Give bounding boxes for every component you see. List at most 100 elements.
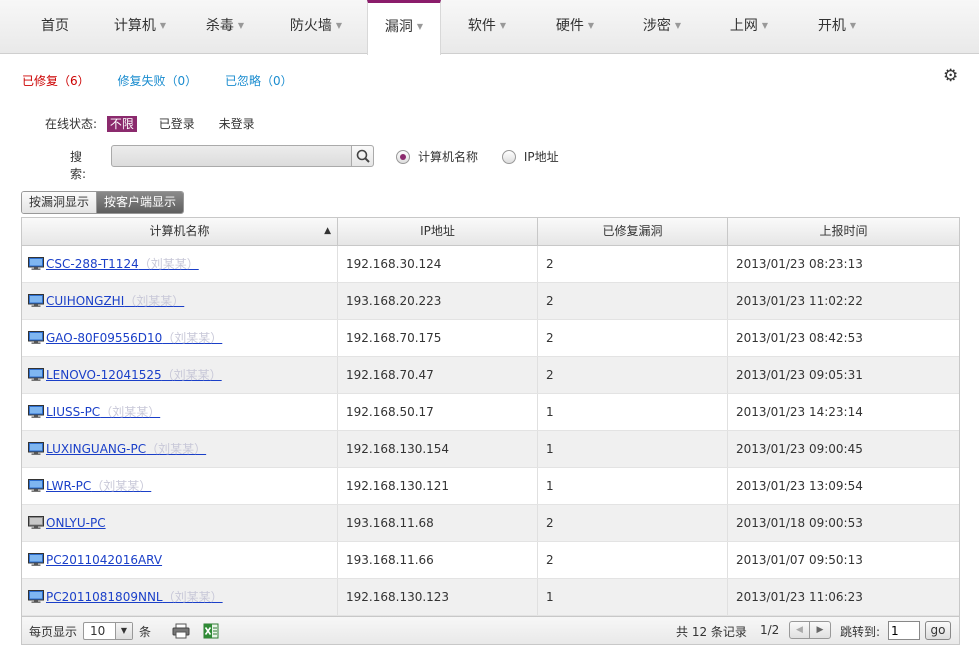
nav-label: 开机 bbox=[817, 18, 846, 34]
table-row[interactable]: ONLYU-PC 193.168.11.68 2 2013/01/18 09:00:5… bbox=[22, 505, 959, 542]
computer-name-link[interactable]: GAO-80F09556D10（刘某某） bbox=[46, 331, 222, 345]
col-header-label: 计算机名称 bbox=[149, 224, 210, 238]
table-row[interactable]: LIUSS-PC（刘某某） 192.168.50.17 1 2013/01/23 14… bbox=[22, 394, 959, 431]
cell-ip: 192.168.130.121 bbox=[338, 468, 538, 504]
table-row[interactable]: GAO-80F09556D10（刘某某） 192.168.70.175 2 2013/… bbox=[22, 320, 959, 357]
nav-home[interactable]: 首页 bbox=[20, 0, 90, 54]
radio-ip-address-label: IP地址 bbox=[523, 150, 559, 164]
excel-icon[interactable] bbox=[203, 623, 219, 639]
jump-page-input[interactable] bbox=[888, 621, 920, 640]
computer-name-link[interactable]: LIUSS-PC（刘某某） bbox=[46, 405, 160, 419]
computer-name-link[interactable]: LENOVO-12041525（刘某某） bbox=[46, 368, 222, 382]
magnifier-icon bbox=[356, 149, 370, 163]
col-header-report-time[interactable]: 上报时间 bbox=[728, 218, 959, 245]
computer-name-link[interactable]: CUIHONGZHI（刘某某） bbox=[46, 294, 184, 308]
sort-asc-icon: ▲ bbox=[324, 226, 331, 236]
cell-fixed-count: 1 bbox=[538, 468, 728, 504]
table-row[interactable]: LUXINGUANG-PC（刘某某） 192.168.130.154 1 2013/0… bbox=[22, 431, 959, 468]
monitor-blue-icon bbox=[28, 331, 44, 344]
col-header-fixed-vulns[interactable]: 已修复漏洞 bbox=[538, 218, 728, 245]
online-option-any[interactable]: 不限 bbox=[106, 116, 137, 132]
table-header: 计算机名称 ▲ IP地址 已修复漏洞 上报时间 bbox=[22, 218, 959, 246]
col-header-computer-name[interactable]: 计算机名称 ▲ bbox=[22, 218, 338, 245]
nav-software[interactable]: 软件 ▼ bbox=[452, 0, 522, 54]
nav-computer[interactable]: 计算机 ▼ bbox=[100, 0, 180, 54]
per-page-select[interactable]: 10 ▼ bbox=[83, 622, 133, 640]
user-name-text: （刘某某） bbox=[162, 590, 223, 604]
table-row[interactable]: LENOVO-12041525（刘某某） 192.168.70.47 2 2013/0… bbox=[22, 357, 959, 394]
caret-down-icon: ▼ bbox=[335, 21, 343, 30]
nav-antivirus[interactable]: 杀毒 ▼ bbox=[190, 0, 260, 54]
search-button[interactable] bbox=[351, 146, 373, 166]
computer-name-text: LUXINGUANG-PC bbox=[46, 442, 147, 456]
computer-name-link[interactable]: LWR-PC（刘某某） bbox=[46, 479, 151, 493]
cell-report-time: 2013/01/23 09:05:31 bbox=[736, 368, 863, 382]
computer-name-link[interactable]: CSC-288-T1124（刘某某） bbox=[46, 257, 199, 271]
table-row[interactable]: CSC-288-T1124（刘某某） 192.168.30.124 2 2013/01… bbox=[22, 246, 959, 283]
per-page-label: 每页显示 bbox=[29, 625, 78, 639]
table-row[interactable]: CUIHONGZHI（刘某某） 193.168.20.223 2 2013/01/23… bbox=[22, 283, 959, 320]
status-tabs: 已修复（6） 修复失败（0） 已忽略（0） bbox=[22, 72, 317, 89]
computer-name-link[interactable]: PC2011081809NNL（刘某某） bbox=[46, 590, 223, 604]
total-records: 共 12 条记录 bbox=[676, 625, 747, 639]
status-tab-ignored[interactable]: 已忽略（0） bbox=[225, 74, 293, 88]
radio-ip-address[interactable] bbox=[501, 150, 516, 164]
cell-computer-name: LENOVO-12041525（刘某某） bbox=[22, 357, 338, 393]
nav-label: 计算机 bbox=[113, 18, 156, 34]
user-name-text: （刘某某） bbox=[91, 479, 152, 493]
cell-ip: 192.168.30.124 bbox=[338, 246, 538, 282]
gear-icon[interactable]: ⚙ bbox=[943, 66, 958, 86]
status-tab-failed[interactable]: 修复失败（0） bbox=[117, 74, 197, 88]
cell-ip: 192.168.130.154 bbox=[338, 431, 538, 467]
col-header-label: 已修复漏洞 bbox=[602, 224, 663, 238]
cell-report-time: 2013/01/23 11:02:22 bbox=[736, 294, 863, 308]
table-row[interactable]: LWR-PC（刘某某） 192.168.130.121 1 2013/01/23 13… bbox=[22, 468, 959, 505]
online-option-not-logged-in[interactable]: 未登录 bbox=[217, 116, 257, 132]
col-header-ip[interactable]: IP地址 bbox=[338, 218, 538, 245]
view-by-client-button[interactable]: 按客户端显示 bbox=[97, 192, 184, 213]
status-tab-fixed[interactable]: 已修复（6） bbox=[22, 74, 90, 88]
nav-classified[interactable]: 涉密 ▼ bbox=[627, 0, 697, 54]
table-body: CSC-288-T1124（刘某某） 192.168.30.124 2 2013/01… bbox=[22, 246, 959, 616]
printer-icon[interactable] bbox=[172, 623, 190, 639]
monitor-blue-icon bbox=[28, 257, 44, 270]
cell-ip: 192.168.70.47 bbox=[338, 357, 538, 393]
view-by-vulnerability-button[interactable]: 按漏洞显示 bbox=[22, 192, 98, 213]
cell-computer-name: GAO-80F09556D10（刘某某） bbox=[22, 320, 338, 356]
nav-firewall[interactable]: 防火墙 ▼ bbox=[276, 0, 356, 54]
computer-name-text: LENOVO-12041525 bbox=[46, 368, 162, 382]
computer-name-link[interactable]: LUXINGUANG-PC（刘某某） bbox=[46, 442, 206, 456]
nav-boot[interactable]: 开机 ▼ bbox=[802, 0, 872, 54]
computer-name-text: PC2011081809NNL bbox=[46, 590, 163, 604]
col-header-label: 上报时间 bbox=[819, 224, 868, 238]
cell-fixed-count: 2 bbox=[538, 320, 728, 356]
caret-down-icon: ▼ bbox=[674, 21, 682, 30]
search-input[interactable] bbox=[114, 148, 350, 164]
nav-label: 漏洞 bbox=[384, 19, 413, 35]
computer-name-link[interactable]: PC2011042016ARV bbox=[46, 553, 162, 567]
nav-vulnerability[interactable]: 漏洞 ▼ bbox=[367, 0, 441, 55]
nav-label: 杀毒 bbox=[205, 18, 234, 34]
cell-fixed-count: 1 bbox=[538, 431, 728, 467]
next-page-button[interactable]: ▶ bbox=[810, 622, 830, 638]
nav-hardware[interactable]: 硬件 ▼ bbox=[540, 0, 610, 54]
prev-page-button[interactable]: ◀ bbox=[790, 622, 810, 638]
user-name-text: （刘某某） bbox=[162, 331, 223, 345]
table-row[interactable]: PC2011081809NNL（刘某某） 192.168.130.123 1 2013… bbox=[22, 579, 959, 616]
page-indicator: 1/2 bbox=[760, 623, 780, 637]
view-toggle: 按漏洞显示 按客户端显示 bbox=[21, 191, 185, 214]
caret-down-icon: ▼ bbox=[849, 21, 857, 30]
table-row[interactable]: PC2011042016ARV 193.168.11.66 2 2013/01/07 … bbox=[22, 542, 959, 579]
computer-name-text: PC2011042016ARV bbox=[46, 553, 163, 567]
go-button[interactable]: go bbox=[925, 621, 951, 640]
search-label: 搜索: bbox=[70, 150, 87, 181]
monitor-blue-icon bbox=[28, 553, 44, 566]
nav-internet[interactable]: 上网 ▼ bbox=[714, 0, 784, 54]
online-option-logged-in[interactable]: 已登录 bbox=[157, 116, 197, 132]
nav-label: 防火墙 bbox=[289, 18, 332, 34]
table-footer: 每页显示 10 ▼ 条 共 12 条记录 1/2 ◀ ▶ 跳转到: go bbox=[21, 617, 960, 645]
radio-computer-name[interactable] bbox=[396, 150, 410, 164]
cell-computer-name: ONLYU-PC bbox=[22, 505, 338, 541]
computer-name-link[interactable]: ONLYU-PC bbox=[46, 516, 106, 530]
computer-name-text: ONLYU-PC bbox=[46, 516, 106, 530]
